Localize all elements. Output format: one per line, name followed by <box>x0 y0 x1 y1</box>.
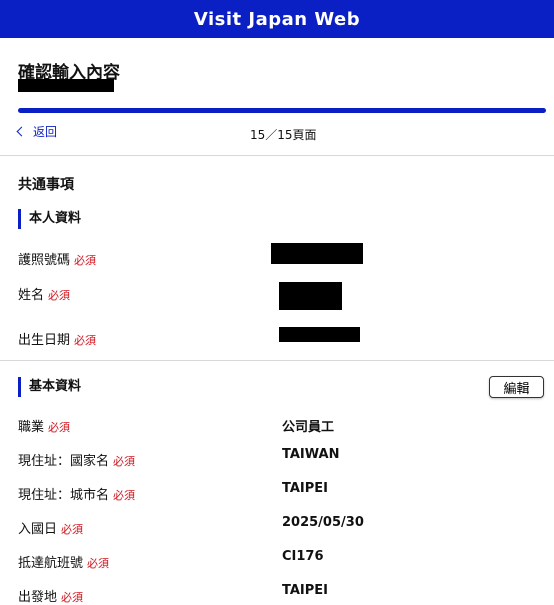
page-count: 15／15頁面 <box>250 128 317 142</box>
subsection-title-basic: 基本資料 <box>18 377 81 397</box>
field-label-name: 姓名 必須 <box>18 288 71 303</box>
field-label-passport: 護照號碼 必須 <box>18 253 97 268</box>
required-badge: 必須 <box>113 489 136 502</box>
app-title: Visit Japan Web <box>193 8 361 30</box>
back-label: 返回 <box>33 125 58 139</box>
back-button[interactable]: 返回 <box>16 123 58 140</box>
divider <box>0 360 554 361</box>
required-badge: 必須 <box>113 455 136 468</box>
required-badge: 必須 <box>48 289 71 302</box>
field-label-flight: 抵達航班號 必須 <box>18 556 110 571</box>
required-badge: 必須 <box>61 591 84 604</box>
field-value-city: TAIPEI <box>282 481 329 496</box>
redacted-value <box>271 243 363 264</box>
required-badge: 必須 <box>61 523 84 536</box>
app-header: Visit Japan Web <box>0 0 554 38</box>
field-label-city: 現住址：城市名 必須 <box>18 488 136 503</box>
progress-bar <box>18 108 546 113</box>
required-badge: 必須 <box>48 421 71 434</box>
redacted-value <box>279 327 360 342</box>
chevron-left-icon <box>16 126 27 137</box>
field-value-country: TAIWAN <box>282 447 340 462</box>
edit-button[interactable]: 編輯 <box>489 376 544 398</box>
field-label-birthdate: 出生日期 必須 <box>18 333 97 348</box>
subsection-title-personal: 本人資料 <box>18 209 81 229</box>
required-badge: 必須 <box>87 557 110 570</box>
required-badge: 必須 <box>74 334 97 347</box>
field-label-entry-date: 入國日 必須 <box>18 522 84 537</box>
redacted-value <box>279 282 342 310</box>
field-value-occupation: 公司員工 <box>282 420 335 435</box>
field-label-country: 現住址：國家名 必須 <box>18 454 136 469</box>
divider <box>0 155 554 156</box>
required-badge: 必須 <box>74 254 97 267</box>
field-value-entry-date: 2025/05/30 <box>282 515 364 530</box>
section-title-common: 共通事項 <box>18 177 74 193</box>
redacted-block <box>18 79 114 92</box>
field-value-flight: CI176 <box>282 549 324 564</box>
field-label-occupation: 職業 必須 <box>18 420 71 435</box>
field-label-departure: 出發地 必須 <box>18 590 84 605</box>
field-value-departure: TAIPEI <box>282 583 329 598</box>
